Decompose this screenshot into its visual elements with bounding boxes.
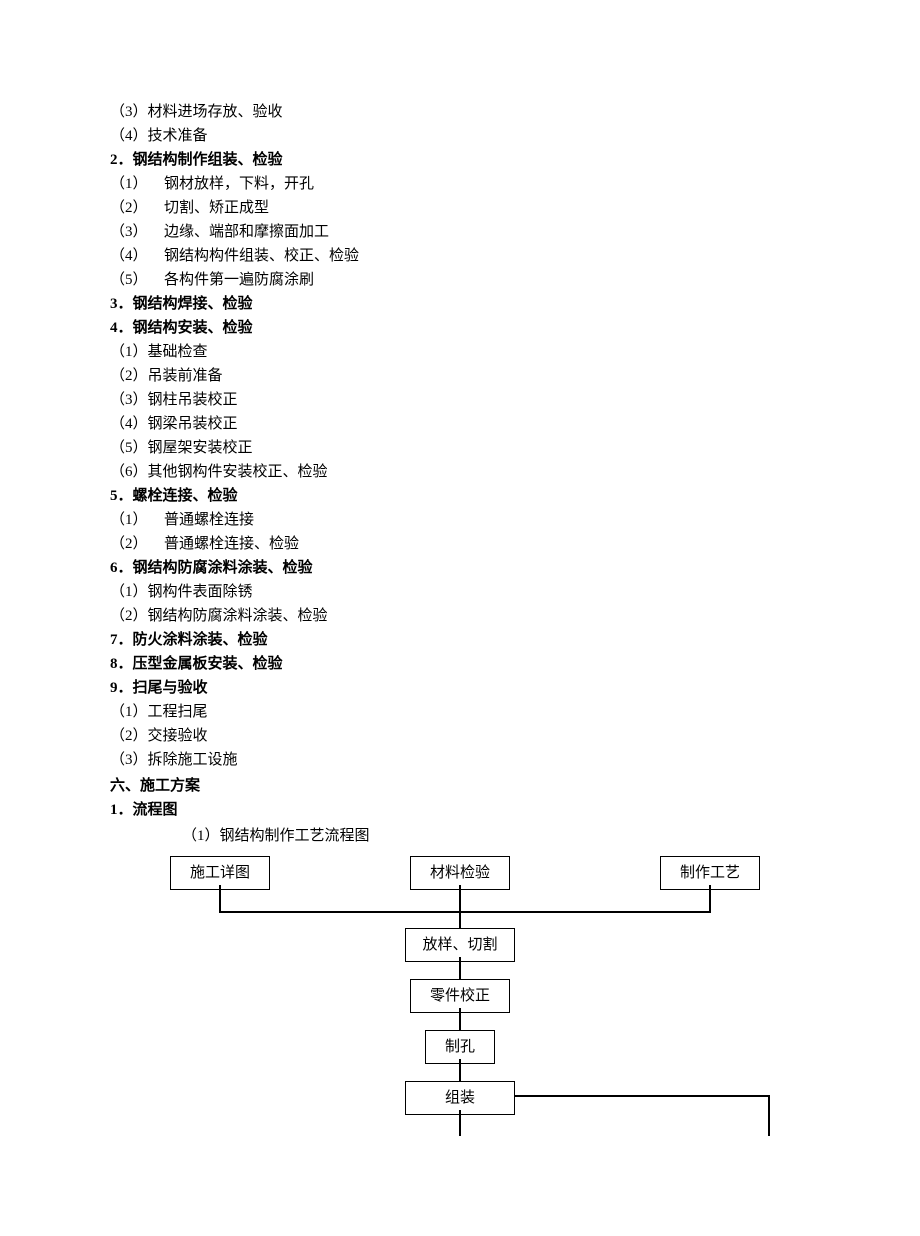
list-item: （6）其他钢构件安装校正、检验 — [110, 460, 810, 484]
list-item: （4）钢结构构件组装、校正、检验 — [110, 244, 810, 268]
item-label: （2） — [110, 532, 164, 556]
list-item: （1）普通螺栓连接 — [110, 508, 810, 532]
list-item: （2）交接验收 — [110, 724, 810, 748]
list-item: （3）钢柱吊装校正 — [110, 388, 810, 412]
heading-3: 3．钢结构焊接、检验 — [110, 292, 810, 316]
flow-line — [709, 885, 711, 911]
list-item: （2）普通螺栓连接、检验 — [110, 532, 810, 556]
item-label: （5） — [110, 268, 164, 292]
flow-line — [459, 1110, 461, 1136]
flow-line — [768, 1095, 770, 1136]
list-item: （2）切割、矫正成型 — [110, 196, 810, 220]
flowchart: 施工详图 材料检验 制作工艺 放样、切割 零件校正 制孔 组装 — [140, 856, 840, 1176]
heading-8: 8．压型金属板安装、检验 — [110, 652, 810, 676]
flow-line — [459, 911, 461, 928]
list-item: （3）材料进场存放、验收 — [110, 100, 810, 124]
item-label: （3） — [110, 220, 164, 244]
item-text: 各构件第一遍防腐涂刷 — [164, 272, 314, 288]
list-item: （5）钢屋架安装校正 — [110, 436, 810, 460]
list-item: （1）钢材放样，下料，开孔 — [110, 172, 810, 196]
list-item: （2）吊装前准备 — [110, 364, 810, 388]
list-item: （3）拆除施工设施 — [110, 748, 810, 772]
list-item: （2）钢结构防腐涂料涂装、检验 — [110, 604, 810, 628]
item-label: （1） — [110, 508, 164, 532]
heading-7: 7．防火涂料涂装、检验 — [110, 628, 810, 652]
list-item: （4）钢梁吊装校正 — [110, 412, 810, 436]
list-item: （1）工程扫尾 — [110, 700, 810, 724]
flow-line — [219, 911, 711, 913]
heading-2: 2．钢结构制作组装、检验 — [110, 148, 810, 172]
list-item: （4）技术准备 — [110, 124, 810, 148]
item-text: 切割、矫正成型 — [164, 200, 269, 216]
flow-line — [459, 957, 461, 979]
item-label: （4） — [110, 244, 164, 268]
list-item: （1）基础检查 — [110, 340, 810, 364]
heading-4: 4．钢结构安装、检验 — [110, 316, 810, 340]
list-item: （3）边缘、端部和摩擦面加工 — [110, 220, 810, 244]
item-text: 边缘、端部和摩擦面加工 — [164, 224, 329, 240]
item-text: 普通螺栓连接 — [164, 512, 254, 528]
item-text: 普通螺栓连接、检验 — [164, 536, 299, 552]
item-text: 钢材放样，下料，开孔 — [164, 176, 314, 192]
heading-5: 5．螺栓连接、检验 — [110, 484, 810, 508]
flow-line — [459, 885, 461, 911]
item-label: （1） — [110, 172, 164, 196]
item-text: 钢结构构件组装、校正、检验 — [164, 248, 359, 264]
flow-line — [459, 1059, 461, 1081]
flow-line — [219, 885, 221, 911]
section-six: 六、施工方案 — [110, 774, 810, 798]
flowchart-title: （1）钢结构制作工艺流程图 — [182, 824, 810, 848]
list-item: （5）各构件第一遍防腐涂刷 — [110, 268, 810, 292]
heading-6: 6．钢结构防腐涂料涂装、检验 — [110, 556, 810, 580]
section-six-1: 1．流程图 — [110, 798, 810, 822]
list-item: （1）钢构件表面除锈 — [110, 580, 810, 604]
document-page: （3）材料进场存放、验收 （4）技术准备 2．钢结构制作组装、检验 （1）钢材放… — [0, 0, 920, 1236]
heading-9: 9．扫尾与验收 — [110, 676, 810, 700]
item-label: （2） — [110, 196, 164, 220]
flow-line — [515, 1095, 770, 1097]
flow-line — [459, 1008, 461, 1030]
